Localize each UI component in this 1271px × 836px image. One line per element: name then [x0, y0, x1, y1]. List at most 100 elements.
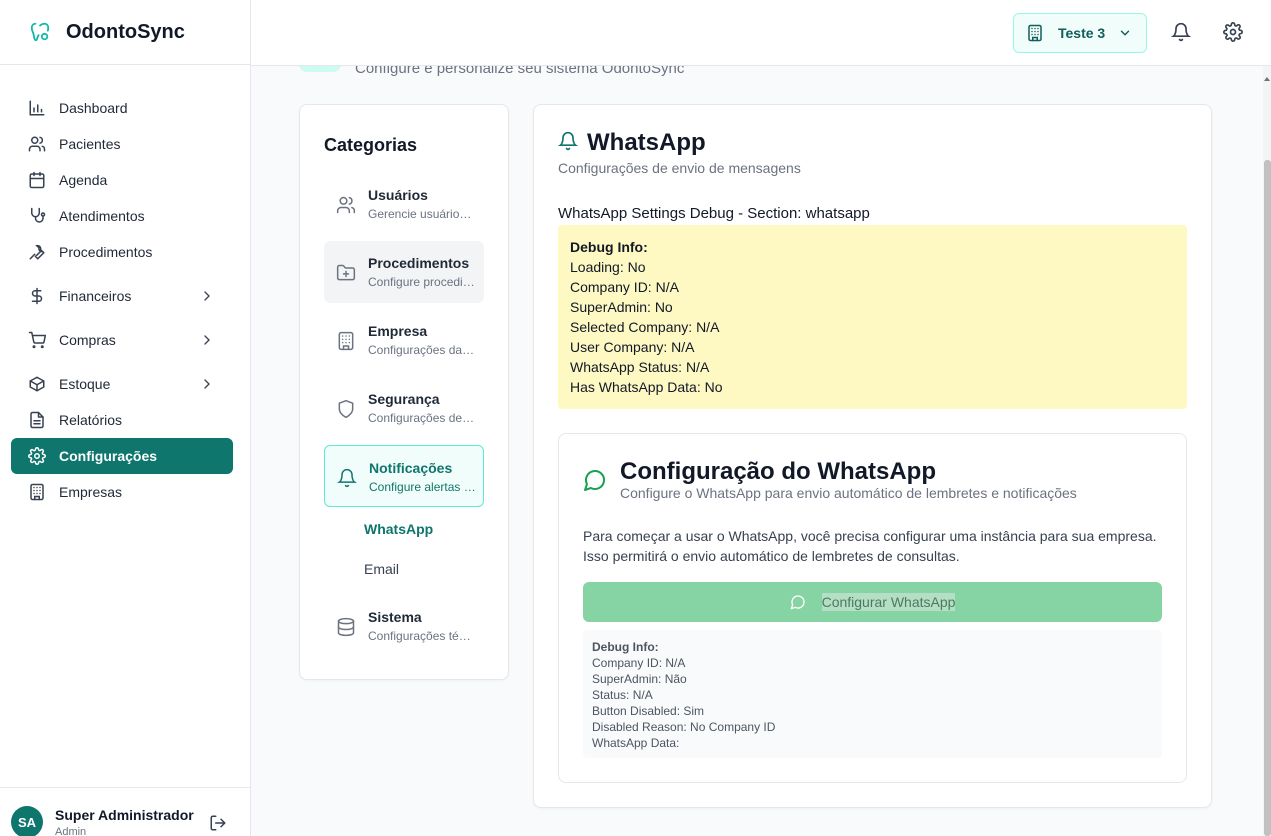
sidebar-item-label: Atendimentos [59, 208, 145, 224]
debug-line: Company ID: N/A [592, 656, 686, 670]
category-title: Procedimentos [368, 255, 470, 271]
config-title: Configuração do WhatsApp [620, 458, 936, 485]
debug-heading: WhatsApp Settings Debug - Section: whats… [558, 205, 870, 222]
category-title: Segurança [368, 391, 440, 407]
category-notificacoes[interactable]: Notificações Configure alertas e notific… [324, 445, 484, 507]
scrollbar-thumb[interactable] [1264, 160, 1271, 836]
sidebar-item-atendimentos[interactable]: Atendimentos [11, 198, 233, 234]
scroll-up-arrow-icon[interactable] [1263, 70, 1271, 81]
section-title: WhatsApp [587, 129, 706, 156]
categories-card: Categorias Usuários Gerencie usuários e … [299, 104, 509, 680]
category-procedimentos[interactable]: Procedimentos Configure procedimentos [324, 241, 484, 303]
category-desc: Configurações da empresa [368, 343, 476, 357]
chevron-right-icon [199, 376, 215, 392]
config-paragraph: Isso permitirá o envio automático de lem… [583, 548, 960, 564]
user-role: Admin [55, 826, 87, 836]
logout-icon[interactable] [209, 814, 227, 832]
category-seguranca[interactable]: Segurança Configurações de segurança [324, 377, 484, 439]
cart-icon [27, 330, 47, 350]
debug-title: Debug Info: [570, 239, 648, 255]
bar-chart-icon [27, 98, 47, 118]
debug-line: SuperAdmin: No [570, 299, 673, 315]
category-sistema[interactable]: Sistema Configurações técnicas [324, 595, 484, 657]
subcategory-email[interactable]: Email [364, 561, 399, 577]
debug-line: Selected Company: N/A [570, 319, 720, 335]
building-icon [27, 482, 47, 502]
debug-line: Status: N/A [592, 688, 653, 702]
users-icon [336, 195, 356, 215]
sidebar-item-compras[interactable]: Compras [11, 322, 233, 358]
sidebar-item-pacientes[interactable]: Pacientes [11, 126, 233, 162]
sidebar-item-label: Agenda [59, 172, 108, 188]
page-subtitle: Configure e personalize seu sistema Odon… [355, 66, 685, 77]
user-name: Super Administrador [55, 807, 194, 823]
category-title: Sistema [368, 609, 422, 625]
building-icon [1026, 24, 1044, 42]
tooth-logo-icon [28, 20, 52, 44]
debug-line: Disabled Reason: No Company ID [592, 720, 776, 734]
sidebar-item-label: Estoque [59, 376, 111, 392]
sidebar-item-label: Configurações [59, 448, 158, 464]
brand[interactable]: OdontoSync [0, 0, 250, 65]
users-icon [27, 134, 47, 154]
sidebar-item-dashboard[interactable]: Dashboard [11, 90, 233, 126]
whatsapp-config-card: Configuração do WhatsApp Configure o Wha… [558, 433, 1187, 783]
debug-line: Has WhatsApp Data: No [570, 379, 723, 395]
chevron-right-icon [199, 332, 215, 348]
debug-line: WhatsApp Status: N/A [570, 359, 710, 375]
bell-icon [337, 468, 357, 488]
category-desc: Configure procedimentos [368, 275, 476, 289]
config-debug-box: Debug Info: Company ID: N/A SuperAdmin: … [583, 630, 1162, 758]
message-circle-icon [583, 468, 607, 492]
debug-line: Button Disabled: Sim [592, 704, 705, 718]
notifications-bell-icon[interactable] [1170, 22, 1192, 44]
category-title: Empresa [368, 323, 428, 339]
sidebar-item-label: Financeiros [59, 288, 132, 304]
sidebar-item-estoque[interactable]: Estoque [11, 366, 233, 402]
sidebar-item-relatorios[interactable]: Relatórios [11, 402, 233, 438]
building-icon [336, 331, 356, 351]
message-circle-icon [790, 594, 806, 610]
page-header-icon [299, 66, 341, 72]
database-icon [336, 617, 356, 637]
chevron-right-icon [199, 288, 215, 304]
sidebar-item-label: Empresas [59, 484, 123, 500]
sidebar-item-label: Relatórios [59, 412, 123, 428]
category-desc: Configure alertas e notificações [369, 480, 477, 494]
wrench-icon [27, 242, 47, 262]
shield-icon [336, 399, 356, 419]
company-select[interactable]: Teste 3 [1013, 13, 1147, 53]
category-empresa[interactable]: Empresa Configurações da empresa [324, 309, 484, 371]
sidebar-item-agenda[interactable]: Agenda [11, 162, 233, 198]
category-desc: Gerencie usuários e permissões [368, 207, 476, 221]
category-desc: Configurações técnicas [368, 629, 476, 643]
dollar-icon [27, 286, 47, 306]
button-label: Configurar WhatsApp [821, 593, 956, 611]
whatsapp-settings-card: WhatsApp Configurações de envio de mensa… [533, 104, 1212, 808]
calendar-icon [27, 170, 47, 190]
debug-line: WhatsApp Data: [592, 736, 680, 750]
stethoscope-icon [27, 206, 47, 226]
file-icon [27, 410, 47, 430]
sidebar-item-empresas[interactable]: Empresas [11, 474, 233, 510]
avatar[interactable]: SA [11, 806, 43, 836]
main-nav: Dashboard Pacientes Agenda Atendimentos … [0, 65, 250, 510]
folder-plus-icon [336, 263, 356, 283]
category-title: Notificações [369, 460, 453, 476]
debug-line: Company ID: N/A [570, 279, 679, 295]
category-usuarios[interactable]: Usuários Gerencie usuários e permissões [324, 173, 484, 235]
category-title: Usuários [368, 187, 428, 203]
sidebar-item-label: Pacientes [59, 136, 121, 152]
sidebar-item-label: Procedimentos [59, 244, 153, 260]
config-paragraph: Para começar a usar o WhatsApp, você pre… [583, 528, 1157, 544]
sidebar-item-procedimentos[interactable]: Procedimentos [11, 234, 233, 270]
main-content: Configure e personalize seu sistema Odon… [251, 66, 1263, 836]
configure-whatsapp-button[interactable]: Configurar WhatsApp [583, 582, 1162, 622]
package-icon [27, 374, 47, 394]
subcategory-whatsapp[interactable]: WhatsApp [364, 521, 433, 537]
settings-gear-icon[interactable] [1223, 22, 1243, 44]
sidebar: OdontoSync Dashboard Pacientes Agenda At… [0, 0, 251, 836]
sidebar-item-configuracoes[interactable]: Configurações [11, 438, 233, 474]
sidebar-item-financeiros[interactable]: Financeiros [11, 278, 233, 314]
topbar: Teste 3 [251, 0, 1271, 66]
